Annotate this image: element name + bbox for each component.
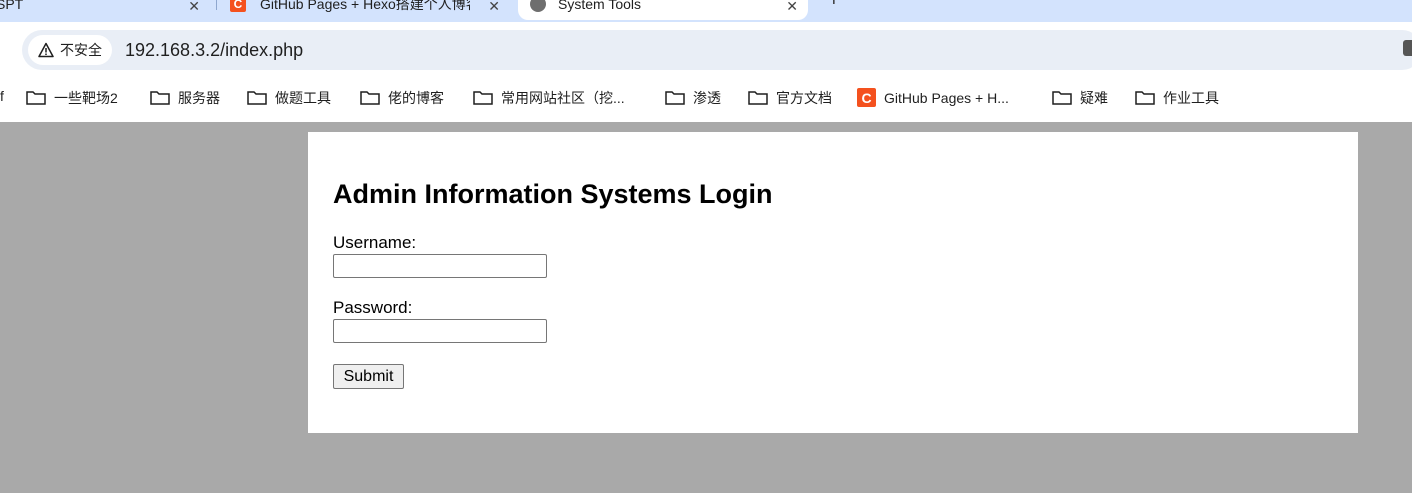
folder-icon	[1135, 91, 1155, 105]
bookmark-folder-9[interactable]: 作业工具	[1135, 88, 1219, 108]
browser-toolbar: 不安全 192.168.3.2/index.php	[0, 22, 1412, 72]
username-field[interactable]	[333, 254, 547, 278]
bookmark-folder-7[interactable]: 官方文档	[748, 88, 832, 108]
bookmark-label: 做题工具	[275, 90, 331, 106]
folder-icon	[360, 91, 380, 105]
bookmark-label: 服务器	[178, 90, 220, 106]
tab-title: GitHub Pages + Hexo搭建个人博客	[260, 0, 470, 12]
folder-icon	[26, 91, 46, 105]
bookmark-label: GitHub Pages + H...	[884, 89, 1009, 106]
bookmark-label: 常用网站社区（挖...	[501, 90, 625, 106]
login-panel: Admin Information Systems Login Username…	[308, 132, 1358, 433]
bookmark-folder-1[interactable]: 一些靶场2	[26, 88, 118, 108]
bookmark-folder-2[interactable]: 服务器	[150, 88, 220, 108]
tab-strip-background	[808, 0, 1412, 20]
security-indicator[interactable]: 不安全	[28, 35, 112, 65]
submit-button[interactable]: Submit	[333, 364, 404, 389]
username-label: Username:	[333, 233, 417, 252]
url-text[interactable]: 192.168.3.2/index.php	[125, 40, 303, 61]
password-label: Password:	[333, 298, 413, 317]
csdn-favicon-icon: C	[857, 88, 876, 107]
bookmark-folder-6[interactable]: 渗透	[665, 88, 721, 108]
folder-icon	[473, 91, 493, 105]
bookmark-folder-3[interactable]: 做题工具	[247, 88, 331, 108]
folder-icon	[1052, 91, 1072, 105]
extension-icon[interactable]	[1403, 40, 1412, 56]
bookmark-label: 渗透	[693, 90, 721, 106]
csdn-favicon-icon: C	[230, 0, 246, 12]
folder-icon	[247, 91, 267, 105]
tab-strip: SPT ✕ C GitHub Pages + Hexo搭建个人博客 ✕ Syst…	[0, 0, 1412, 22]
tab-system-tools[interactable]: System Tools ✕	[518, 0, 808, 20]
address-bar[interactable]: 不安全 192.168.3.2/index.php	[22, 30, 1412, 70]
bookmark-label: 一些靶场2	[54, 90, 118, 106]
folder-icon	[150, 91, 170, 105]
bookmark-label: 佬的博客	[388, 90, 444, 106]
tab-title: SPT	[0, 0, 24, 12]
tab-spt[interactable]: SPT ✕	[0, 0, 210, 20]
globe-icon	[530, 0, 546, 12]
warning-icon	[38, 42, 54, 58]
tab-github-pages[interactable]: C GitHub Pages + Hexo搭建个人博客 ✕	[222, 0, 510, 20]
bookmark-folder-8[interactable]: 疑难	[1052, 88, 1108, 108]
bookmark-folder-4[interactable]: 佬的博客	[360, 88, 444, 108]
page-title: Admin Information Systems Login	[333, 179, 773, 209]
tab-title: System Tools	[558, 0, 641, 12]
close-icon[interactable]: ✕	[786, 0, 798, 15]
bookmarks-bar: f 一些靶场2 服务器 做题工具 佬的博客 常用网站社区（挖... 渗透 官方文…	[0, 72, 1412, 122]
security-label: 不安全	[60, 42, 102, 58]
password-field[interactable]	[333, 319, 547, 343]
bookmark-label: 作业工具	[1163, 90, 1219, 106]
folder-icon	[665, 91, 685, 105]
tab-separator	[216, 0, 217, 10]
bookmark-item-partial[interactable]: f	[0, 88, 4, 104]
close-icon[interactable]: ✕	[488, 0, 500, 15]
folder-icon	[748, 91, 768, 105]
bookmark-github-pages[interactable]: C GitHub Pages + H...	[857, 88, 1009, 107]
bookmark-folder-5[interactable]: 常用网站社区（挖...	[473, 88, 625, 108]
bookmark-label: 官方文档	[776, 90, 832, 106]
close-icon[interactable]: ✕	[188, 0, 200, 15]
bookmark-label: 疑难	[1080, 90, 1108, 106]
new-tab-button[interactable]: +	[828, 0, 840, 12]
